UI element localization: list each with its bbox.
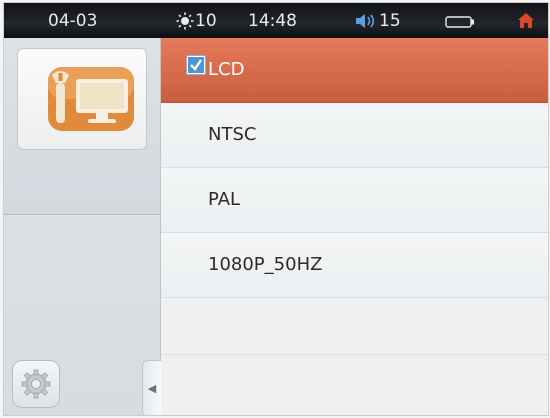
settings-app-tile[interactable] bbox=[17, 48, 147, 150]
battery-icon bbox=[445, 16, 474, 28]
gear-icon bbox=[21, 369, 51, 399]
option-ntsc[interactable]: NTSC bbox=[161, 103, 548, 168]
option-lcd[interactable]: LCD bbox=[161, 38, 548, 103]
collapse-panel-button[interactable]: ◀ bbox=[142, 360, 161, 415]
empty-list-row bbox=[161, 355, 548, 415]
date-text: 04-03 bbox=[48, 11, 98, 31]
option-label: NTSC bbox=[208, 124, 257, 145]
chevron-left-icon: ◀ bbox=[147, 382, 157, 395]
volume-level: 15 bbox=[379, 11, 401, 31]
checkmark-icon bbox=[188, 57, 204, 73]
brightness-level: 10 bbox=[195, 11, 217, 31]
empty-list-row bbox=[161, 298, 548, 355]
speaker-icon bbox=[356, 14, 375, 28]
checkbox-checked[interactable] bbox=[186, 55, 206, 75]
settings-tools-icon bbox=[48, 67, 134, 131]
option-label: PAL bbox=[208, 189, 241, 210]
device-bezel: 04-03 10 14:48 15 ◀ LCD NTSC PAL 1080P_5… bbox=[0, 0, 550, 418]
time-text: 14:48 bbox=[248, 11, 297, 31]
sidebar: ◀ bbox=[4, 38, 161, 415]
option-label: LCD bbox=[208, 59, 245, 80]
status-bar: 04-03 10 14:48 15 bbox=[4, 3, 548, 38]
option-label: 1080P_50HZ bbox=[208, 254, 323, 275]
output-options-list: LCD NTSC PAL 1080P_50HZ bbox=[161, 38, 548, 415]
gear-button[interactable] bbox=[12, 360, 60, 408]
screen: 04-03 10 14:48 15 ◀ LCD NTSC PAL 1080P_5… bbox=[4, 3, 548, 415]
option-pal[interactable]: PAL bbox=[161, 168, 548, 233]
sun-icon bbox=[176, 12, 194, 30]
home-icon[interactable] bbox=[517, 12, 535, 29]
option-1080p-50hz[interactable]: 1080P_50HZ bbox=[161, 233, 548, 298]
sidebar-app-area bbox=[4, 38, 160, 215]
